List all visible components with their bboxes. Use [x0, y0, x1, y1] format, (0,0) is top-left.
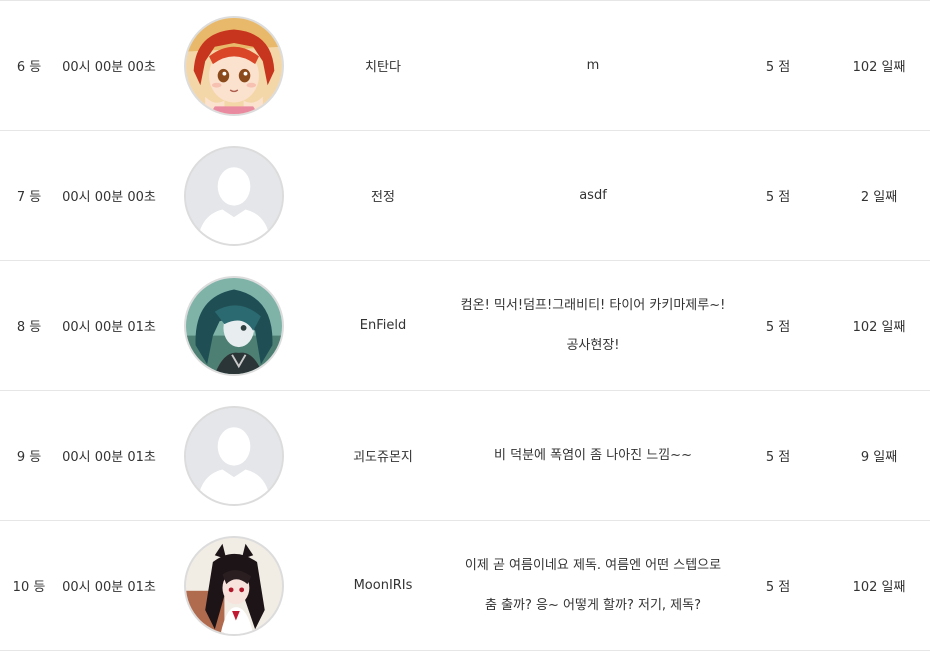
score-label: 5 점 — [765, 60, 791, 75]
nickname[interactable]: EnField — [308, 261, 458, 390]
message-line: 춤 출까? 응~ 어떻게 할까? 저기, 제독? — [485, 597, 701, 613]
default-user-icon — [186, 147, 282, 244]
message: 이제 곧 여름이네요 제독. 여름엔 어떤 스텝으로 춤 출까? 응~ 어떻게 … — [458, 521, 728, 650]
nickname[interactable]: 전정 — [308, 131, 458, 260]
score-label: 5 점 — [765, 320, 791, 335]
avatar[interactable] — [184, 405, 284, 506]
avatar[interactable] — [184, 145, 284, 246]
message-line: 비 덕분에 폭염이 좀 나아진 느낌~~ — [494, 447, 692, 463]
days-label: 9 일째 — [860, 450, 898, 465]
time-label: 00시 00분 01초 — [62, 450, 156, 465]
list-item: 9 등 00시 00분 01초 괴도쥬몬지 비 덕분에 폭염이 좀 나아진 느낌… — [0, 391, 930, 521]
message-line: 이제 곧 여름이네요 제독. 여름엔 어떤 스텝으로 — [464, 557, 722, 573]
message-line: 공사현장! — [566, 337, 620, 353]
message: 컴온! 믹서!덤프!그래비티! 타이어 카키마제루~! 공사현장! — [458, 261, 728, 390]
attendance-list: 6 등 00시 00분 00초 치탄다 m 5 점 102 일째 7 등 00시… — [0, 0, 930, 651]
rank-label: 7 등 — [16, 190, 42, 205]
nickname[interactable]: MoonIRIs — [308, 521, 458, 650]
list-item: 8 등 00시 00분 01초 EnField 컴온! 믹서!덤프!그래비티! … — [0, 261, 930, 391]
anime-black-hair-avatar-icon — [186, 537, 282, 634]
time-label: 00시 00분 00초 — [62, 190, 156, 205]
days-label: 2 일째 — [860, 190, 898, 205]
anime-red-hair-avatar-icon — [186, 17, 282, 114]
rank-label: 10 등 — [12, 580, 46, 595]
days-label: 102 일째 — [852, 580, 906, 595]
time-label: 00시 00분 00초 — [62, 60, 156, 75]
list-item: 6 등 00시 00분 00초 치탄다 m 5 점 102 일째 — [0, 1, 930, 131]
days-label: 102 일째 — [852, 320, 906, 335]
time-label: 00시 00분 01초 — [62, 320, 156, 335]
list-item: 10 등 00시 00분 01초 MoonIRIs 이제 곧 여름이네요 제독.… — [0, 521, 930, 651]
nickname[interactable]: 괴도쥬몬지 — [308, 391, 458, 520]
time-label: 00시 00분 01초 — [62, 580, 156, 595]
anime-teal-hair-avatar-icon — [186, 277, 282, 374]
rank-label: 6 등 — [16, 60, 42, 75]
avatar[interactable] — [184, 275, 284, 376]
rank-label: 9 등 — [16, 450, 42, 465]
list-item: 7 등 00시 00분 00초 전정 asdf 5 점 2 일째 — [0, 131, 930, 261]
rank-label: 8 등 — [16, 320, 42, 335]
default-user-icon — [186, 407, 282, 504]
message-line: 컴온! 믹서!덤프!그래비티! 타이어 카키마제루~! — [460, 297, 726, 313]
message: m — [458, 1, 728, 130]
score-label: 5 점 — [765, 190, 791, 205]
message-line: m — [586, 57, 600, 73]
avatar[interactable] — [184, 535, 284, 636]
message: 비 덕분에 폭염이 좀 나아진 느낌~~ — [458, 391, 728, 520]
score-label: 5 점 — [765, 580, 791, 595]
nickname[interactable]: 치탄다 — [308, 1, 458, 130]
message: asdf — [458, 131, 728, 260]
days-label: 102 일째 — [852, 60, 906, 75]
message-line: asdf — [579, 187, 607, 203]
score-label: 5 점 — [765, 450, 791, 465]
avatar[interactable] — [184, 15, 284, 116]
